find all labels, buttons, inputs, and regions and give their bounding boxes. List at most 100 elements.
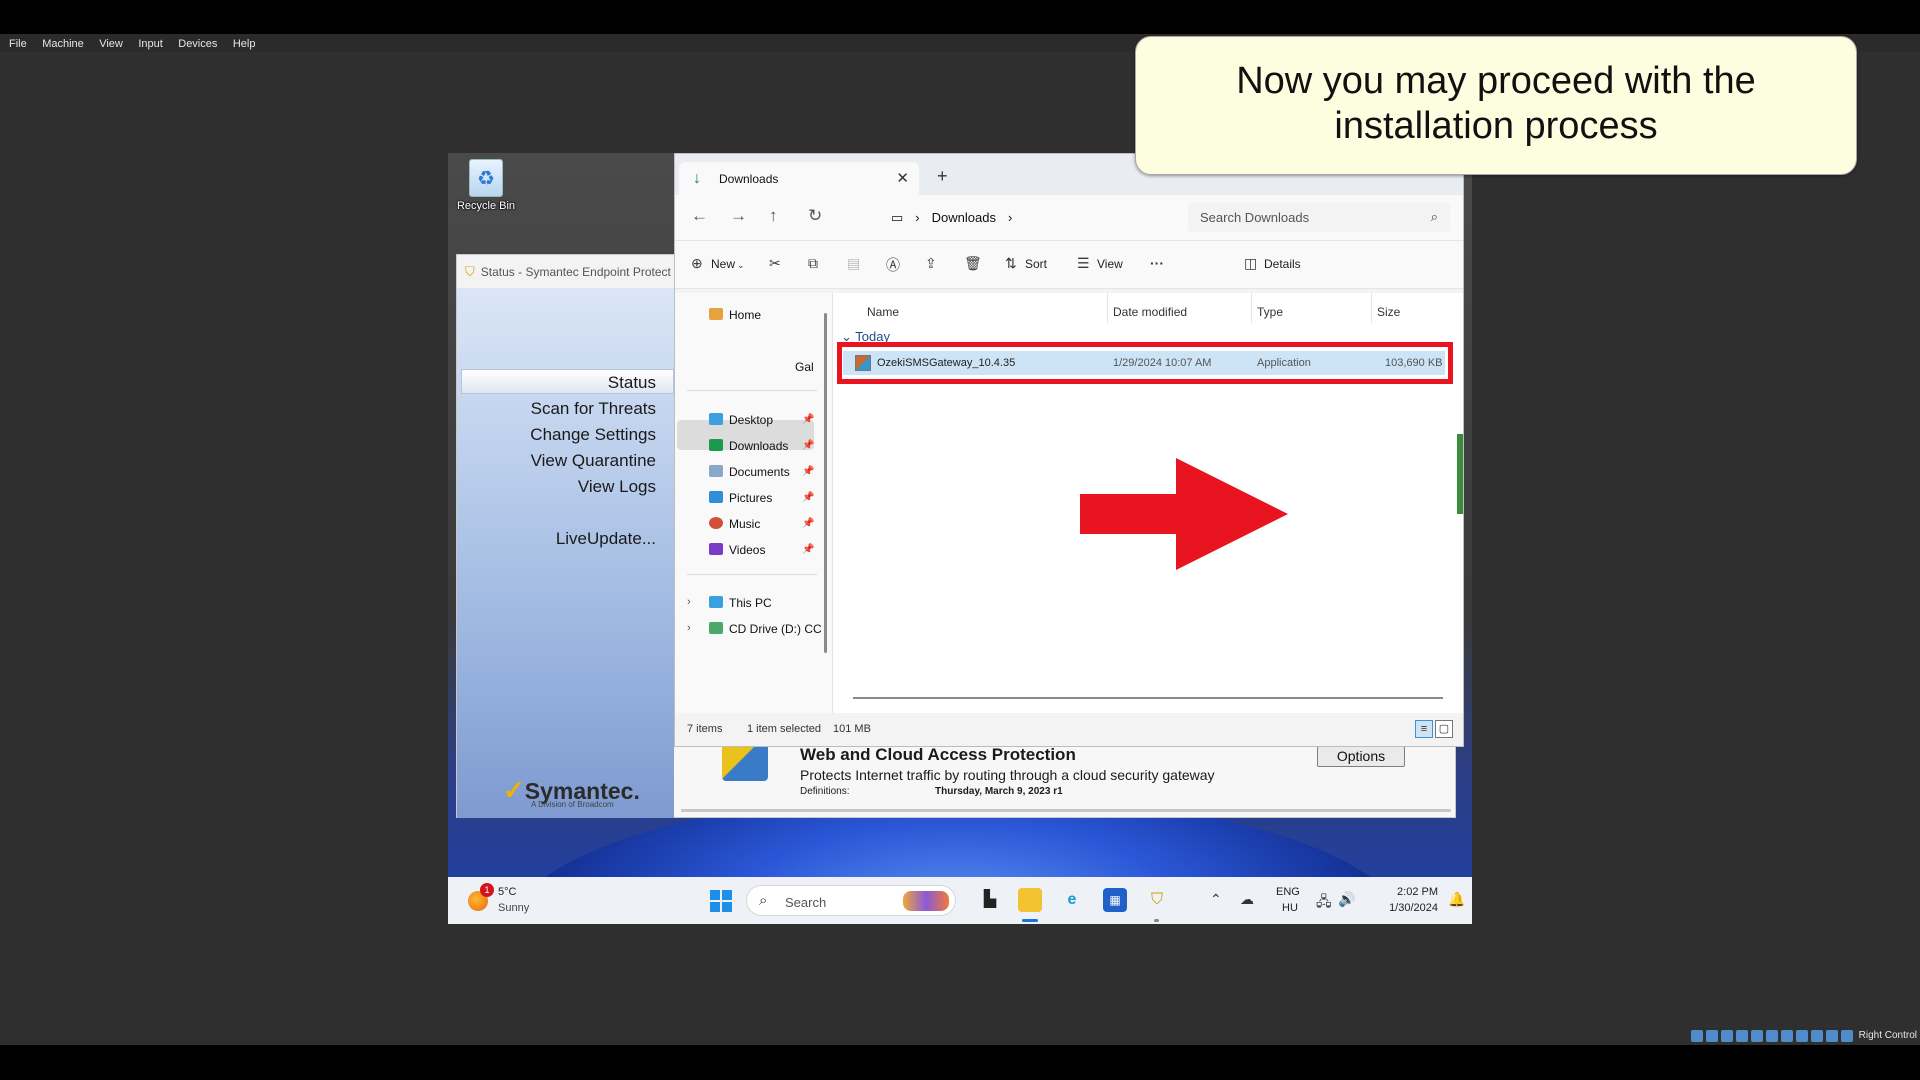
taskbar-search[interactable]: ⌕ Search bbox=[746, 885, 956, 916]
nav-documents[interactable]: Documents bbox=[709, 465, 790, 479]
delete-icon[interactable]: 🗑 bbox=[964, 255, 982, 272]
up-arrow-icon[interactable]: ↑ bbox=[769, 206, 778, 226]
nav-separator bbox=[687, 390, 817, 391]
close-tab-icon[interactable]: ✕ bbox=[896, 169, 909, 187]
shared-folders-icon[interactable] bbox=[1765, 1029, 1778, 1042]
new-button[interactable]: New bbox=[711, 257, 735, 271]
recycle-bin-icon bbox=[469, 159, 503, 197]
chevron-right-icon: › bbox=[1007, 210, 1013, 225]
language-secondary[interactable]: HU bbox=[1282, 902, 1298, 914]
details-pane-icon[interactable]: ◫ bbox=[1244, 255, 1257, 272]
onedrive-cloud-icon[interactable]: ☁ bbox=[1240, 891, 1254, 908]
network-icon[interactable]: 🖧 bbox=[1316, 891, 1332, 915]
details-button[interactable]: Details bbox=[1264, 257, 1301, 271]
edge-icon[interactable]: e bbox=[1060, 888, 1084, 912]
desktop-icon bbox=[709, 413, 723, 425]
keyboard-status-icon[interactable] bbox=[1840, 1029, 1853, 1042]
clock-time[interactable]: 2:02 PM bbox=[1384, 886, 1438, 898]
symantec-taskbar-icon[interactable]: ⛉ bbox=[1145, 888, 1169, 912]
column-date-modified[interactable]: Date modified bbox=[1113, 305, 1187, 319]
forward-arrow-icon[interactable]: → bbox=[730, 206, 747, 226]
nav-this-pc[interactable]: This PC bbox=[709, 596, 772, 610]
clock-date[interactable]: 1/30/2024 bbox=[1368, 902, 1438, 914]
refresh-icon[interactable]: ↻ bbox=[808, 206, 822, 226]
cut-icon[interactable]: ✂ bbox=[769, 255, 781, 272]
options-button[interactable]: Options bbox=[1317, 746, 1405, 767]
rename-icon[interactable]: Ⓐ bbox=[886, 255, 900, 275]
symantec-shield-icon: ⛉ bbox=[465, 263, 475, 279]
volume-icon[interactable]: 🔊 bbox=[1338, 891, 1355, 908]
nav-pictures[interactable]: Pictures bbox=[709, 491, 772, 505]
view-icon[interactable]: ☰ bbox=[1077, 255, 1090, 272]
copy-icon[interactable]: ⧉ bbox=[808, 255, 818, 272]
instruction-callout: Now you may proceed with the installatio… bbox=[1135, 36, 1857, 175]
back-arrow-icon[interactable]: ← bbox=[691, 206, 708, 226]
symantec-horizontal-scrollbar[interactable] bbox=[681, 809, 1451, 812]
sort-button[interactable]: Sort bbox=[1025, 257, 1047, 271]
tab-downloads[interactable]: ↓ Downloads ✕ bbox=[679, 162, 919, 195]
expand-this-pc-icon[interactable]: › bbox=[687, 596, 691, 608]
more-options-icon[interactable]: ··· bbox=[1150, 255, 1164, 271]
search-input[interactable]: Search Downloads ⌕ bbox=[1188, 203, 1450, 232]
new-tab-icon[interactable]: + bbox=[937, 166, 948, 187]
home-icon bbox=[709, 308, 723, 320]
nav-videos[interactable]: Videos bbox=[709, 543, 765, 557]
nav-cd-drive[interactable]: CD Drive (D:) CC bbox=[709, 622, 822, 636]
details-view-icon[interactable]: ≡ bbox=[1415, 720, 1433, 738]
search-highlight-icon bbox=[903, 891, 949, 911]
explorer-address-bar: ← → ↑ ↻ ▭ › Downloads › Search Downloads… bbox=[675, 195, 1463, 240]
host-menu-file[interactable]: File bbox=[9, 35, 27, 53]
nav-gallery[interactable]: Gal bbox=[795, 360, 814, 374]
sort-icon[interactable]: ⇅ bbox=[1005, 255, 1017, 272]
store-icon[interactable]: ▦ bbox=[1103, 888, 1127, 912]
host-menu-help[interactable]: Help bbox=[233, 35, 256, 53]
documents-icon bbox=[709, 465, 723, 477]
host-menu-devices[interactable]: Devices bbox=[178, 35, 217, 53]
cpu-status-icon[interactable] bbox=[1810, 1029, 1823, 1042]
start-button[interactable] bbox=[710, 890, 732, 912]
breadcrumb-downloads[interactable]: Downloads bbox=[932, 210, 996, 225]
share-icon[interactable]: ⇪ bbox=[925, 255, 937, 272]
display-status-icon[interactable] bbox=[1780, 1029, 1793, 1042]
nav-music[interactable]: Music bbox=[709, 517, 760, 531]
show-hidden-icons-chevron[interactable]: ⌃ bbox=[1210, 891, 1222, 908]
tiles-view-icon[interactable]: ▢ bbox=[1435, 720, 1453, 738]
expand-cd-drive-icon[interactable]: › bbox=[687, 622, 691, 634]
network-status-icon[interactable] bbox=[1735, 1029, 1748, 1042]
recycle-bin-shortcut[interactable]: Recycle Bin bbox=[456, 159, 516, 212]
usb-status-icon[interactable] bbox=[1750, 1029, 1763, 1042]
file-explorer-window: ↓ Downloads ✕ + ← → ↑ ↻ ▭ › Downloads › … bbox=[674, 153, 1464, 747]
symantec-nav-quarantine[interactable]: View Quarantine bbox=[531, 451, 656, 471]
symantec-nav-logs[interactable]: View Logs bbox=[578, 477, 656, 497]
storage-status-icon[interactable] bbox=[1690, 1029, 1703, 1042]
language-primary[interactable]: ENG bbox=[1276, 886, 1300, 898]
symantec-nav-liveupdate[interactable]: LiveUpdate... bbox=[556, 529, 656, 549]
content-horizontal-scrollbar[interactable] bbox=[853, 697, 1443, 699]
paste-icon[interactable]: ▤ bbox=[847, 255, 860, 272]
mouse-integration-icon[interactable] bbox=[1825, 1029, 1838, 1042]
audio-status-icon[interactable] bbox=[1720, 1029, 1733, 1042]
optical-drive-icon[interactable] bbox=[1705, 1029, 1718, 1042]
file-explorer-taskbar-icon[interactable] bbox=[1018, 888, 1042, 912]
nav-scrollbar[interactable] bbox=[824, 313, 827, 653]
address-breadcrumb[interactable]: ▭ › Downloads › bbox=[885, 203, 1175, 232]
task-view-icon[interactable]: ▙ bbox=[978, 888, 1002, 912]
recording-status-icon[interactable] bbox=[1795, 1029, 1808, 1042]
nav-home[interactable]: Home bbox=[709, 308, 761, 322]
pin-icon: 📌 bbox=[802, 544, 815, 555]
view-button[interactable]: View bbox=[1097, 257, 1123, 271]
column-type[interactable]: Type bbox=[1257, 305, 1283, 319]
host-menu-input[interactable]: Input bbox=[138, 35, 162, 53]
column-size[interactable]: Size bbox=[1377, 305, 1400, 319]
nav-desktop[interactable]: Desktop bbox=[709, 413, 773, 427]
host-menu-machine[interactable]: Machine bbox=[42, 35, 84, 53]
symantec-nav-status[interactable]: Status bbox=[608, 373, 656, 393]
new-icon[interactable]: ⊕ bbox=[691, 255, 703, 272]
nav-downloads[interactable]: Downloads bbox=[709, 439, 788, 453]
wca-description: Protects Internet traffic by routing thr… bbox=[800, 767, 1215, 783]
symantec-nav-scan[interactable]: Scan for Threats bbox=[531, 399, 656, 419]
host-menu-view[interactable]: View bbox=[99, 35, 123, 53]
symantec-nav-settings[interactable]: Change Settings bbox=[530, 425, 656, 445]
notification-bell-icon[interactable]: 🔔 bbox=[1448, 891, 1465, 908]
column-name[interactable]: Name bbox=[867, 305, 899, 319]
